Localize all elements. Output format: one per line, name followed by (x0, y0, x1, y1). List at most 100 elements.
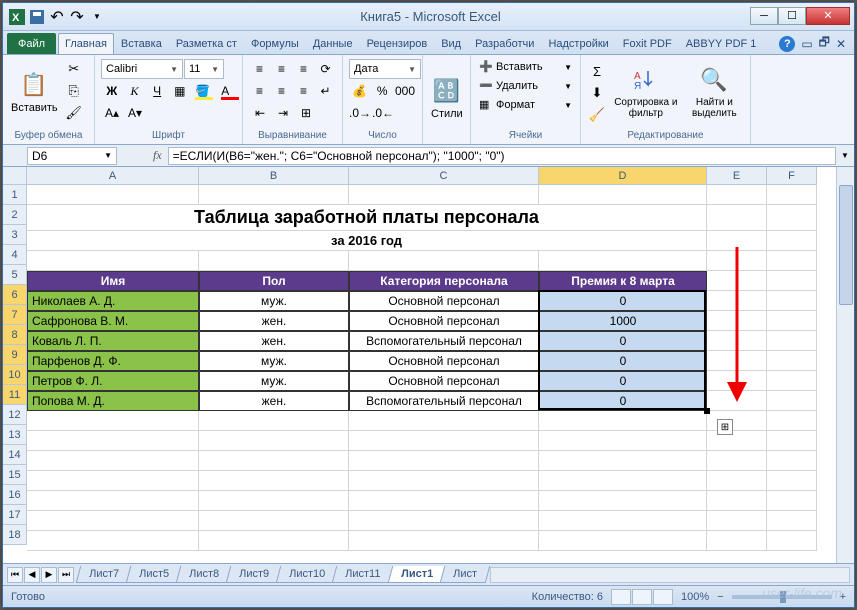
align-middle-icon[interactable]: ≡ (271, 59, 292, 79)
format-painter-icon[interactable]: 🖌 (64, 103, 84, 123)
last-sheet-icon[interactable]: ⏭ (58, 567, 74, 583)
vertical-scrollbar[interactable] (836, 167, 854, 563)
cell[interactable]: Сафронова В. М. (27, 311, 199, 331)
border-button[interactable]: ▦ (169, 81, 191, 101)
bold-button[interactable]: Ж (101, 81, 123, 101)
sheet-tab[interactable]: Лист (439, 566, 489, 583)
cell[interactable] (349, 451, 539, 471)
wrap-text-icon[interactable]: ↵ (315, 81, 336, 101)
align-right-icon[interactable]: ≡ (293, 81, 314, 101)
cell[interactable]: Петров Ф. Л. (27, 371, 199, 391)
italic-button[interactable]: К (124, 81, 146, 101)
first-sheet-icon[interactable]: ⏮ (7, 567, 23, 583)
formula-input[interactable]: =ЕСЛИ(И(B6="жен."; C6="Основной персонал… (168, 147, 836, 165)
expand-formula-icon[interactable]: ▼ (836, 151, 854, 160)
orientation-icon[interactable]: ⟳ (315, 59, 336, 79)
cell[interactable] (707, 185, 767, 205)
cell-grid[interactable]: Таблица заработной платы персоналаза 201… (27, 185, 836, 563)
col-header-B[interactable]: B (199, 167, 349, 185)
tab-home[interactable]: Главная (58, 33, 114, 54)
cell[interactable] (707, 511, 767, 531)
cell[interactable] (767, 371, 817, 391)
cut-icon[interactable]: ✂ (64, 59, 84, 79)
fill-handle[interactable] (704, 408, 710, 414)
cell[interactable] (767, 391, 817, 411)
cell[interactable]: Вспомогательный персонал (349, 391, 539, 411)
cell[interactable] (767, 411, 817, 431)
cell[interactable] (767, 471, 817, 491)
row-header-4[interactable]: 4 (3, 245, 27, 265)
col-header-E[interactable]: E (707, 167, 767, 185)
cell[interactable] (767, 311, 817, 331)
cell[interactable]: 0 (539, 391, 707, 411)
autofill-options-icon[interactable]: ⊞ (717, 419, 733, 435)
restore-workbook-icon[interactable]: 🗗 (819, 33, 830, 54)
copy-icon[interactable]: ⎘ (64, 81, 84, 101)
cell[interactable] (539, 431, 707, 451)
row-header-6[interactable]: 6 (3, 285, 27, 305)
cell[interactable]: Вспомогательный персонал (349, 331, 539, 351)
cell[interactable]: Основной персонал (349, 291, 539, 311)
col-header-F[interactable]: F (767, 167, 817, 185)
fill-icon[interactable]: ⬇ (587, 83, 607, 103)
cell[interactable] (767, 185, 817, 205)
align-top-icon[interactable]: ≡ (249, 59, 270, 79)
cell[interactable] (349, 471, 539, 491)
merge-cells-icon[interactable]: ⊞ (295, 103, 317, 123)
tab-data[interactable]: Данные (306, 33, 360, 54)
cell[interactable]: жен. (199, 331, 349, 351)
tab-foxit[interactable]: Foxit PDF (616, 33, 679, 54)
table-header[interactable]: Имя (27, 271, 199, 291)
cell[interactable]: Основной персонал (349, 311, 539, 331)
cell[interactable] (539, 451, 707, 471)
cell[interactable]: Парфенов Д. Ф. (27, 351, 199, 371)
normal-view-icon[interactable] (611, 589, 631, 605)
cell[interactable] (199, 251, 349, 271)
row-header-16[interactable]: 16 (3, 485, 27, 505)
tab-pagelayout[interactable]: Разметка ст (169, 33, 244, 54)
horizontal-scrollbar[interactable] (490, 567, 850, 583)
row-header-15[interactable]: 15 (3, 465, 27, 485)
tab-formulas[interactable]: Формулы (244, 33, 306, 54)
cell[interactable] (27, 511, 199, 531)
cell[interactable] (27, 431, 199, 451)
undo-icon[interactable]: ↶ (49, 9, 65, 25)
cell[interactable]: Основной персонал (349, 371, 539, 391)
cell[interactable]: Попова М. Д. (27, 391, 199, 411)
insert-row-button[interactable]: ➕Вставить▼ (477, 59, 574, 75)
table-header[interactable]: Премия к 8 марта (539, 271, 707, 291)
cell[interactable]: Николаев А. Д. (27, 291, 199, 311)
delete-row-button[interactable]: ➖Удалить▼ (477, 78, 574, 94)
cell[interactable] (199, 451, 349, 471)
comma-icon[interactable]: 000 (394, 81, 416, 101)
cell[interactable] (767, 331, 817, 351)
cell[interactable] (199, 185, 349, 205)
clear-icon[interactable]: 🧹 (587, 105, 607, 125)
cell[interactable] (349, 491, 539, 511)
redo-icon[interactable]: ↷ (69, 9, 85, 25)
close-workbook-icon[interactable]: ✕ (836, 37, 846, 51)
font-name-combo[interactable]: Calibri▼ (101, 59, 183, 79)
cell[interactable]: 0 (539, 331, 707, 351)
fx-icon[interactable]: fx (147, 148, 168, 163)
prev-sheet-icon[interactable]: ◀ (24, 567, 40, 583)
cell[interactable]: Коваль Л. П. (27, 331, 199, 351)
cell[interactable] (27, 251, 199, 271)
cell[interactable] (199, 471, 349, 491)
paste-button[interactable]: 📋 Вставить (7, 57, 62, 129)
cell[interactable] (349, 251, 539, 271)
cell[interactable] (707, 491, 767, 511)
cell[interactable] (27, 185, 199, 205)
font-size-combo[interactable]: 11▼ (184, 59, 224, 79)
table-header[interactable]: Категория персонала (349, 271, 539, 291)
cell[interactable] (707, 531, 767, 551)
row-header-8[interactable]: 8 (3, 325, 27, 345)
cell[interactable] (199, 411, 349, 431)
align-bottom-icon[interactable]: ≡ (293, 59, 314, 79)
save-icon[interactable] (29, 9, 45, 25)
cell[interactable]: 0 (539, 351, 707, 371)
decrease-decimal-icon[interactable]: .0← (372, 103, 394, 123)
sheet-tab[interactable]: Лист10 (276, 566, 339, 583)
tab-file[interactable]: Файл (7, 33, 56, 54)
styles-button[interactable]: 🔠 Стили (427, 57, 467, 140)
